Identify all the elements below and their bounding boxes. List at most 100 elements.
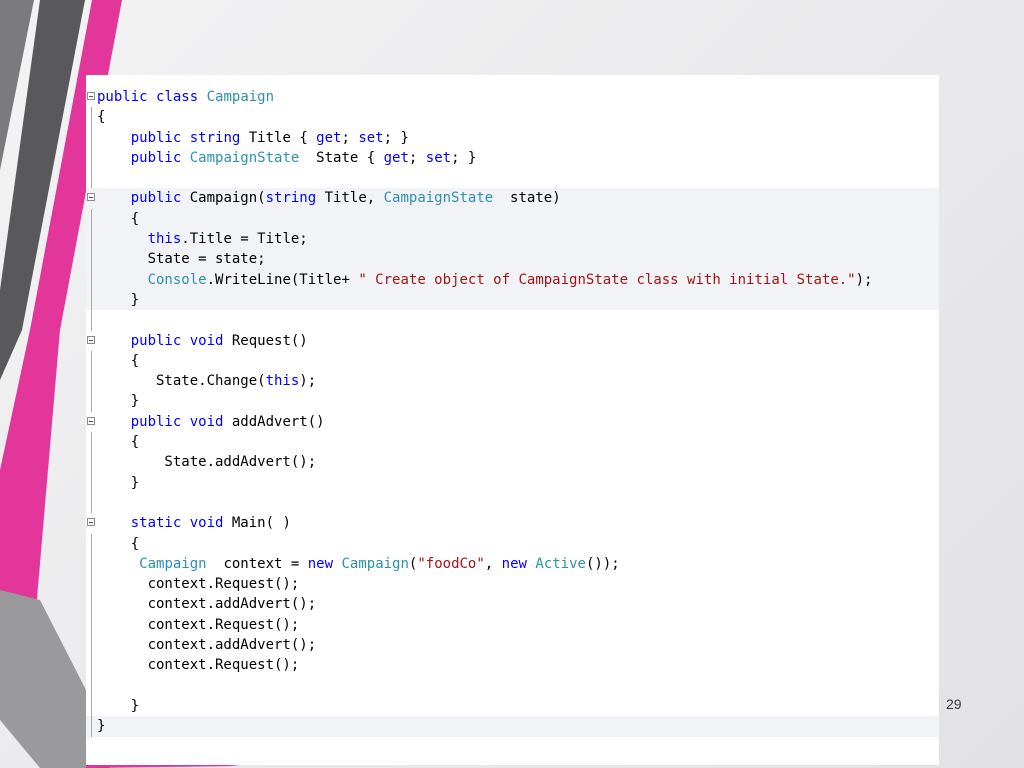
code-text: State.addAdvert(); [97,452,316,472]
code-token: Title, [316,190,384,207]
outline-guide [91,533,92,554]
collapse-icon[interactable] [87,416,95,425]
code-text: { [97,351,139,371]
code-line: Campaign context = new Campaign("foodCo"… [86,553,939,575]
code-token: "foodCo" [417,555,485,572]
code-text: public Campaign(string Title, CampaignSt… [97,188,561,208]
code-line: context.addAdvert(); [86,635,939,656]
code-token: } [97,718,106,735]
code-token: context.Request(); [97,576,300,593]
code-token: } [97,474,140,491]
code-listing: public class Campaign { public string Tit… [86,75,939,765]
code-token: " Create object of CampaignState class w… [358,271,856,288]
code-token: class [156,89,199,105]
code-line: public void addAdvert() [86,412,939,432]
code-text: public class Campaign [97,87,274,107]
outline-guide [91,289,92,311]
code-token: public [97,89,148,105]
code-token: ; } [451,149,477,166]
code-text: public string Title { get; set; } [97,128,409,148]
code-token: } [97,697,140,714]
code-token: this [147,231,182,248]
code-text: context.Request(); [97,574,300,594]
collapse-icon[interactable] [87,92,95,100]
code-text: } [97,473,139,493]
code-token: } [97,291,140,308]
code-token: string [189,129,241,146]
code-text: } [97,290,139,310]
outline-guide [91,127,92,148]
code-line: public void Request() [86,331,939,351]
code-text: { [97,107,105,127]
code-token: { [97,535,140,552]
code-token: this [265,373,300,390]
code-token: State.addAdvert(); [97,454,317,471]
code-line: public Campaign(string Title, CampaignSt… [86,188,939,209]
code-line [86,310,939,331]
code-token: public [130,129,182,146]
code-text: Campaign context = new Campaign("foodCo"… [97,554,620,574]
code-token: ); [299,373,317,390]
code-line: static void Main( ) [86,513,939,533]
outline-guide [91,107,92,128]
code-text: context.addAdvert(); [97,594,317,614]
code-token: CampaignState [189,149,300,166]
collapse-icon[interactable] [87,335,95,344]
code-token: set [358,129,384,146]
code-token: Campaign [341,555,409,572]
code-token: new [501,555,527,572]
outline-guide [91,168,92,189]
code-line: public class Campaign [86,87,939,107]
code-token: Main( ) [223,515,291,532]
outline-guide [91,249,92,270]
code-token: { [97,434,140,451]
code-token: context.addAdvert(); [97,637,317,654]
code-text: State = state; [97,249,266,269]
outline-guide [91,635,92,656]
code-line: { [86,350,939,372]
code-line: public CampaignState State { get; set; } [86,147,939,169]
code-token: Console [147,271,207,288]
code-token: ; [408,149,426,166]
code-text: public void Request() [97,331,308,351]
code-token: void [189,332,224,349]
code-text: context.Request(); [97,655,300,675]
outline-guide [91,147,92,169]
code-line [86,675,939,696]
code-line: } [86,289,939,311]
code-token: .WriteLine(Title+ [206,271,359,288]
code-line: this.Title = Title; [86,229,939,250]
collapse-icon[interactable] [87,518,95,527]
code-text: } [97,696,139,716]
code-token: get [316,129,342,146]
code-token: static [130,515,182,532]
code-token: void [189,413,224,430]
outline-guide [91,310,92,331]
collapse-icon[interactable] [87,193,95,202]
code-token: ()); [585,555,620,572]
code-text: Console.WriteLine(Title+ " Create object… [97,270,873,290]
code-line: State.addAdvert(); [86,452,939,473]
code-line: } [86,695,939,717]
lower-pink-stripe [0,590,86,768]
code-token: , [484,555,502,572]
code-token: { [97,109,106,126]
code-line: { [86,107,939,128]
outline-guide [91,229,92,250]
code-line: } [86,716,939,737]
outline-guide [91,371,92,392]
outline-guide [91,675,92,696]
code-line: { [86,432,939,453]
code-token: .Title = Title; [181,231,308,248]
